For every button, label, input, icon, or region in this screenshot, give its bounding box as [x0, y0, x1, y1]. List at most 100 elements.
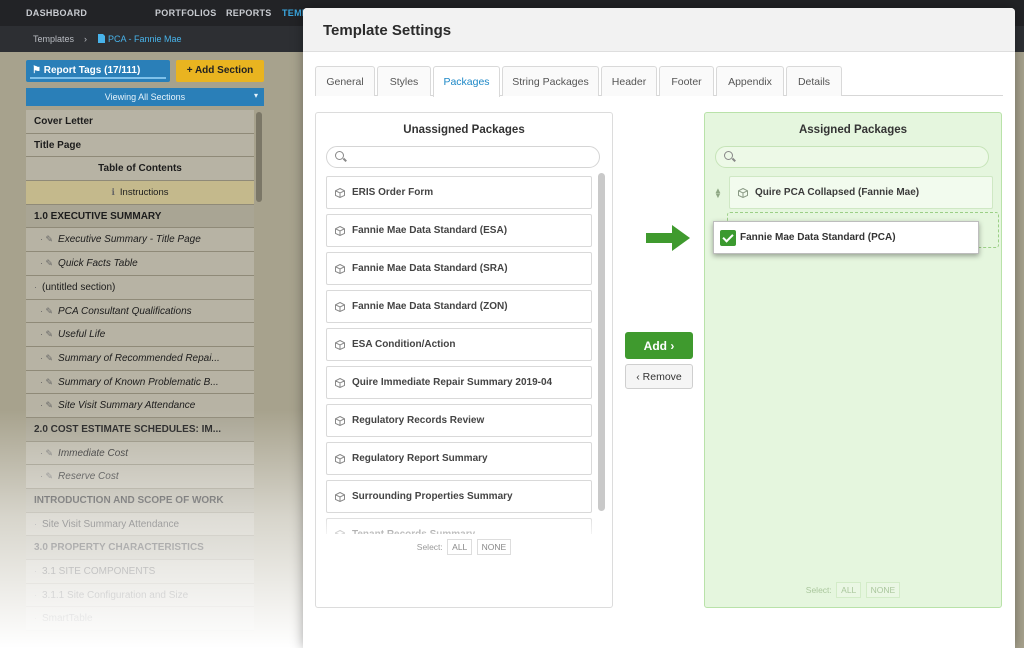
- outline-row[interactable]: · ✎ Summary of Known Problematic B...: [26, 370, 254, 395]
- package-item-label: Fannie Mae Data Standard (SRA): [352, 263, 508, 274]
- outline-row-label: Cover Letter: [34, 116, 93, 127]
- outline-row[interactable]: · ✎ PCA Consultant Qualifications: [26, 299, 254, 324]
- outline-row[interactable]: · (untitled section): [26, 275, 254, 300]
- select-none-button[interactable]: NONE: [476, 539, 512, 555]
- package-item[interactable]: Surrounding Properties Summary: [326, 480, 592, 513]
- package-item[interactable]: ERIS Order Form: [326, 176, 592, 209]
- outline-row[interactable]: · ✎ Useful Life: [26, 323, 254, 347]
- sidebar-scrollbar[interactable]: [256, 112, 262, 202]
- breadcrumb-templates[interactable]: Templates: [33, 34, 74, 44]
- package-cube-icon: [335, 188, 345, 198]
- package-cube-icon: [335, 378, 345, 388]
- package-cube-icon: [738, 188, 748, 198]
- breadcrumb-current[interactable]: PCA - Fannie Mae: [108, 34, 182, 44]
- package-item-label: Quire Immediate Repair Summary 2019-04: [352, 377, 553, 388]
- breadcrumb-separator: ›: [84, 34, 87, 44]
- tab-footer[interactable]: Footer: [659, 66, 714, 96]
- unassigned-packages-panel: Unassigned Packages ERIS Order Form Fanni…: [315, 112, 613, 608]
- outline-row[interactable]: · ✎ Summary of Recommended Repai...: [26, 346, 254, 371]
- package-item[interactable]: Fannie Mae Data Standard (ESA): [326, 214, 592, 247]
- tab-general[interactable]: General: [315, 66, 375, 96]
- viewing-label: Viewing All Sections: [104, 92, 186, 102]
- package-item[interactable]: Quire Immediate Repair Summary 2019-04: [326, 366, 592, 399]
- add-button[interactable]: Add ›: [625, 332, 693, 359]
- edit-icon: · ✎: [40, 305, 54, 316]
- right-arrow-icon: [646, 225, 690, 251]
- tab-packages[interactable]: Packages: [433, 66, 500, 97]
- outline-row[interactable]: · ✎ Executive Summary - Title Page: [26, 228, 254, 253]
- outline-row-label: Useful Life: [58, 329, 106, 341]
- document-icon: [98, 34, 105, 45]
- nav-reports[interactable]: REPORTS: [226, 8, 272, 18]
- outline-row-label: Table of Contents: [98, 163, 182, 175]
- select-none-button[interactable]: NONE: [865, 582, 901, 598]
- remove-button[interactable]: ‹ Remove: [625, 364, 693, 389]
- drag-handle-icon[interactable]: ▲ ▼: [714, 187, 722, 200]
- bullet-icon: ·: [34, 281, 37, 292]
- tab-appendix[interactable]: Appendix: [716, 66, 784, 96]
- dragging-package-item[interactable]: Fannie Mae Data Standard (PCA): [713, 221, 979, 254]
- select-all-button[interactable]: ALL: [836, 582, 862, 598]
- tag-icon: ⚑: [32, 65, 41, 76]
- assigned-title: Assigned Packages: [798, 124, 908, 136]
- package-item[interactable]: Regulatory Report Summary: [326, 442, 592, 475]
- edit-icon: · ✎: [40, 258, 54, 269]
- edit-icon: · ✎: [40, 352, 54, 363]
- select-label: Select:: [805, 585, 832, 595]
- tab-header[interactable]: Header: [601, 66, 657, 96]
- package-item-label: Fannie Mae Data Standard (ZON): [352, 301, 508, 312]
- package-cube-icon: [335, 416, 345, 426]
- report-tags-label: Report Tags (17/111): [43, 65, 141, 76]
- unassigned-select-row: Select: ALL NONE: [316, 539, 612, 555]
- package-cube-icon: [335, 454, 345, 464]
- outline-row[interactable]: · ✎ Quick Facts Table: [26, 252, 254, 276]
- tab-string-packages[interactable]: String Packages: [502, 66, 599, 96]
- outline-row-label: Quick Facts Table: [58, 258, 138, 270]
- tab-styles[interactable]: Styles: [377, 66, 431, 96]
- outline-row[interactable]: Title Page: [26, 133, 254, 158]
- unassigned-search-input[interactable]: [326, 146, 600, 168]
- assigned-packages-panel: Assigned Packages ▲ ▼ Quire PCA Collapsed…: [704, 112, 1002, 608]
- edit-icon: · ✎: [40, 400, 54, 411]
- viewing-sections-dropdown[interactable]: Viewing All Sections ▾: [26, 88, 264, 106]
- outline-row-label: Title Page: [34, 139, 82, 151]
- outline-row[interactable]: 1.0 EXECUTIVE SUMMARY: [26, 204, 254, 229]
- outline-row[interactable]: Table of Contents: [26, 157, 254, 182]
- package-item[interactable]: Fannie Mae Data Standard (SRA): [326, 252, 592, 285]
- outline-row-label: PCA Consultant Qualifications: [58, 305, 192, 317]
- nav-portfolios[interactable]: PORTFOLIOS: [155, 8, 217, 18]
- package-item[interactable]: Regulatory Records Review: [326, 404, 592, 437]
- right-edge-background: [1015, 52, 1024, 648]
- report-tags-button[interactable]: ⚑ Report Tags (17/111): [26, 60, 170, 82]
- edit-icon: · ✎: [40, 329, 54, 340]
- package-cube-icon: [335, 340, 345, 350]
- package-item-label: ERIS Order Form: [352, 187, 434, 198]
- tab-details[interactable]: Details: [786, 66, 842, 96]
- nav-dashboard[interactable]: DASHBOARD: [26, 8, 87, 18]
- dragging-item-label: Fannie Mae Data Standard (PCA): [740, 232, 896, 243]
- unassigned-scrollbar[interactable]: [598, 173, 605, 511]
- add-section-button[interactable]: + Add Section: [176, 60, 264, 82]
- edit-icon: · ✎: [40, 234, 54, 245]
- info-icon: ℹ: [111, 187, 115, 198]
- select-all-button[interactable]: ALL: [447, 539, 473, 555]
- template-settings-modal: Template Settings General Styles Package…: [303, 8, 1015, 648]
- checkbox-checked-icon[interactable]: [720, 230, 736, 246]
- package-item-label: ESA Condition/Action: [352, 339, 456, 350]
- assigned-item[interactable]: Quire PCA Collapsed (Fannie Mae): [729, 176, 993, 209]
- outline-row[interactable]: ℹ Instructions: [26, 181, 254, 205]
- select-label: Select:: [416, 542, 443, 552]
- package-item-label: Regulatory Report Summary: [352, 453, 488, 464]
- outline-row[interactable]: Cover Letter: [26, 110, 254, 134]
- package-item-label: Regulatory Records Review: [352, 415, 485, 426]
- package-cube-icon: [335, 492, 345, 502]
- outline-row-label: Instructions: [119, 187, 169, 199]
- package-item-label: Surrounding Properties Summary: [352, 491, 513, 502]
- assigned-search-input[interactable]: [715, 146, 989, 168]
- package-item[interactable]: ESA Condition/Action: [326, 328, 592, 361]
- package-cube-icon: [335, 226, 345, 236]
- outline-row-label: (untitled section): [42, 281, 116, 293]
- outline-row-label: Executive Summary - Title Page: [58, 234, 201, 246]
- package-item[interactable]: Fannie Mae Data Standard (ZON): [326, 290, 592, 323]
- package-cube-icon: [335, 302, 345, 312]
